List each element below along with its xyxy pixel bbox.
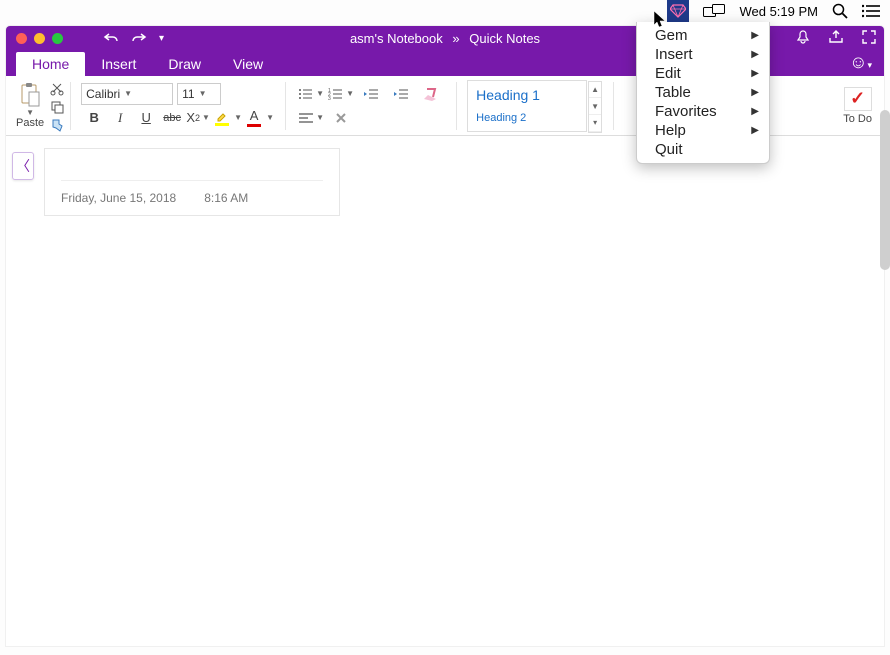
format-painter-button[interactable]	[50, 118, 64, 132]
font-size-value: 11	[182, 87, 194, 101]
tab-view[interactable]: View	[217, 52, 279, 76]
fullscreen-icon[interactable]	[862, 30, 876, 47]
numbered-list-button[interactable]: 123▼	[326, 83, 356, 105]
submenu-arrow-icon: ▶	[751, 87, 759, 98]
styles-gallery[interactable]: Heading 1 Heading 2 ▲▼▾	[467, 80, 587, 132]
gem-menubar-icon[interactable]	[667, 0, 689, 22]
scrollbar-thumb[interactable]	[880, 110, 890, 270]
note-metadata: Friday, June 15, 2018 8:16 AM	[61, 191, 323, 205]
mac-menubar: Wed 5:19 PM	[657, 0, 890, 22]
spotlight-search-icon[interactable]	[832, 3, 848, 19]
paste-label: Paste	[16, 117, 44, 129]
increase-indent-button[interactable]	[386, 83, 416, 105]
gem-menu-label: Table	[655, 84, 691, 101]
cut-button[interactable]	[50, 82, 64, 96]
subscript-button[interactable]: X2▼	[185, 107, 211, 129]
font-group: Calibri▼ 11▼ B I U abc X2▼ ▼ A▼	[77, 83, 279, 129]
todo-label: To Do	[843, 113, 872, 125]
styles-scroll[interactable]: ▲▼▾	[588, 81, 602, 133]
undo-button[interactable]	[103, 32, 119, 44]
gem-menu-item-edit[interactable]: Edit ▶	[637, 64, 769, 83]
paste-button[interactable]: ▼ Paste	[12, 80, 48, 132]
submenu-arrow-icon: ▶	[751, 106, 759, 117]
menubar-datetime[interactable]: Wed 5:19 PM	[739, 4, 818, 19]
clear-formatting-button[interactable]	[416, 83, 446, 105]
ribbon-divider	[285, 82, 286, 130]
note-container[interactable]: Friday, June 15, 2018 8:16 AM	[44, 148, 340, 216]
gem-menu-item-insert[interactable]: Insert ▶	[637, 45, 769, 64]
submenu-arrow-icon: ▶	[751, 125, 759, 136]
note-canvas[interactable]: 〈 Friday, June 15, 2018 8:16 AM	[6, 136, 884, 646]
subscript-label: X	[186, 110, 195, 125]
note-date: Friday, June 15, 2018	[61, 191, 176, 205]
paragraph-group: ▼ 123▼ ▼	[292, 83, 450, 129]
window-close-button[interactable]	[16, 33, 27, 44]
align-button[interactable]: ▼	[296, 107, 326, 129]
highlight-button[interactable]: ▼	[211, 107, 243, 129]
title-notebook-name: asm's Notebook	[350, 31, 443, 46]
menubar-list-icon[interactable]	[862, 4, 880, 18]
ribbon-divider	[70, 82, 71, 130]
gem-menu-item-help[interactable]: Help ▶	[637, 121, 769, 140]
gem-menu-item-table[interactable]: Table ▶	[637, 83, 769, 102]
window-maximize-button[interactable]	[52, 33, 63, 44]
font-color-label: A	[250, 108, 259, 123]
gem-menu-item-favorites[interactable]: Favorites ▶	[637, 102, 769, 121]
share-icon[interactable]	[828, 30, 844, 47]
clipboard-icon	[19, 82, 41, 108]
font-color-button[interactable]: A▼	[243, 107, 275, 129]
style-heading2[interactable]: Heading 2	[476, 112, 578, 124]
ribbon-divider	[613, 82, 614, 130]
copy-button[interactable]	[50, 100, 64, 114]
window-title: asm's Notebook » Quick Notes	[350, 31, 540, 46]
window-minimize-button[interactable]	[34, 33, 45, 44]
gem-menu-label: Favorites	[655, 103, 717, 120]
note-time: 8:16 AM	[204, 191, 248, 205]
vertical-scrollbar[interactable]	[880, 110, 890, 650]
underline-button[interactable]: U	[133, 107, 159, 129]
gem-menu-label: Quit	[655, 141, 683, 158]
tab-home[interactable]: Home	[16, 52, 85, 76]
gem-menu-label: Edit	[655, 65, 681, 82]
feedback-smile-icon[interactable]: ☺▾	[849, 52, 872, 73]
title-section-name: Quick Notes	[469, 31, 540, 46]
gem-menu-label: Help	[655, 122, 686, 139]
checkbox-icon: ✓	[850, 88, 865, 109]
gem-dropdown-menu: Gem▶ Insert▶ Edit▶ Table▶ Favorites▶ Hel…	[636, 22, 770, 164]
italic-button[interactable]: I	[107, 107, 133, 129]
style-heading1[interactable]: Heading 1	[476, 87, 578, 103]
bullet-list-button[interactable]: ▼	[296, 83, 326, 105]
note-title-input[interactable]	[61, 163, 323, 181]
submenu-arrow-icon: ▶	[751, 68, 759, 79]
redo-button[interactable]	[131, 32, 147, 44]
title-separator: »	[452, 31, 459, 46]
tab-insert[interactable]: Insert	[85, 52, 152, 76]
font-name-value: Calibri	[86, 87, 120, 101]
gem-menu-item-quit[interactable]: Quit	[637, 140, 769, 159]
svg-text:3: 3	[328, 96, 331, 100]
delete-button[interactable]	[326, 107, 356, 129]
gem-menu-label: Insert	[655, 46, 693, 63]
display-arrangement-icon[interactable]	[703, 4, 725, 18]
notifications-bell-icon[interactable]	[796, 30, 810, 47]
tab-draw[interactable]: Draw	[152, 52, 217, 76]
qat-customize-button[interactable]: ▾	[159, 33, 164, 44]
submenu-arrow-icon: ▶	[751, 30, 759, 41]
submenu-arrow-icon: ▶	[751, 49, 759, 60]
ribbon-divider	[456, 82, 457, 130]
clipboard-group: ▼ Paste	[12, 80, 64, 132]
highlighter-icon	[216, 110, 228, 122]
strikethrough-button[interactable]: abc	[159, 107, 185, 129]
todo-tag-button[interactable]: ✓ To Do	[837, 87, 878, 125]
mouse-cursor-icon	[653, 10, 667, 30]
styles-group: Heading 1 Heading 2 ▲▼▾	[467, 80, 587, 132]
font-size-select[interactable]: 11▼	[177, 83, 221, 105]
decrease-indent-button[interactable]	[356, 83, 386, 105]
bold-button[interactable]: B	[81, 107, 107, 129]
collapse-navigation-button[interactable]: 〈	[12, 152, 34, 180]
font-name-select[interactable]: Calibri▼	[81, 83, 173, 105]
